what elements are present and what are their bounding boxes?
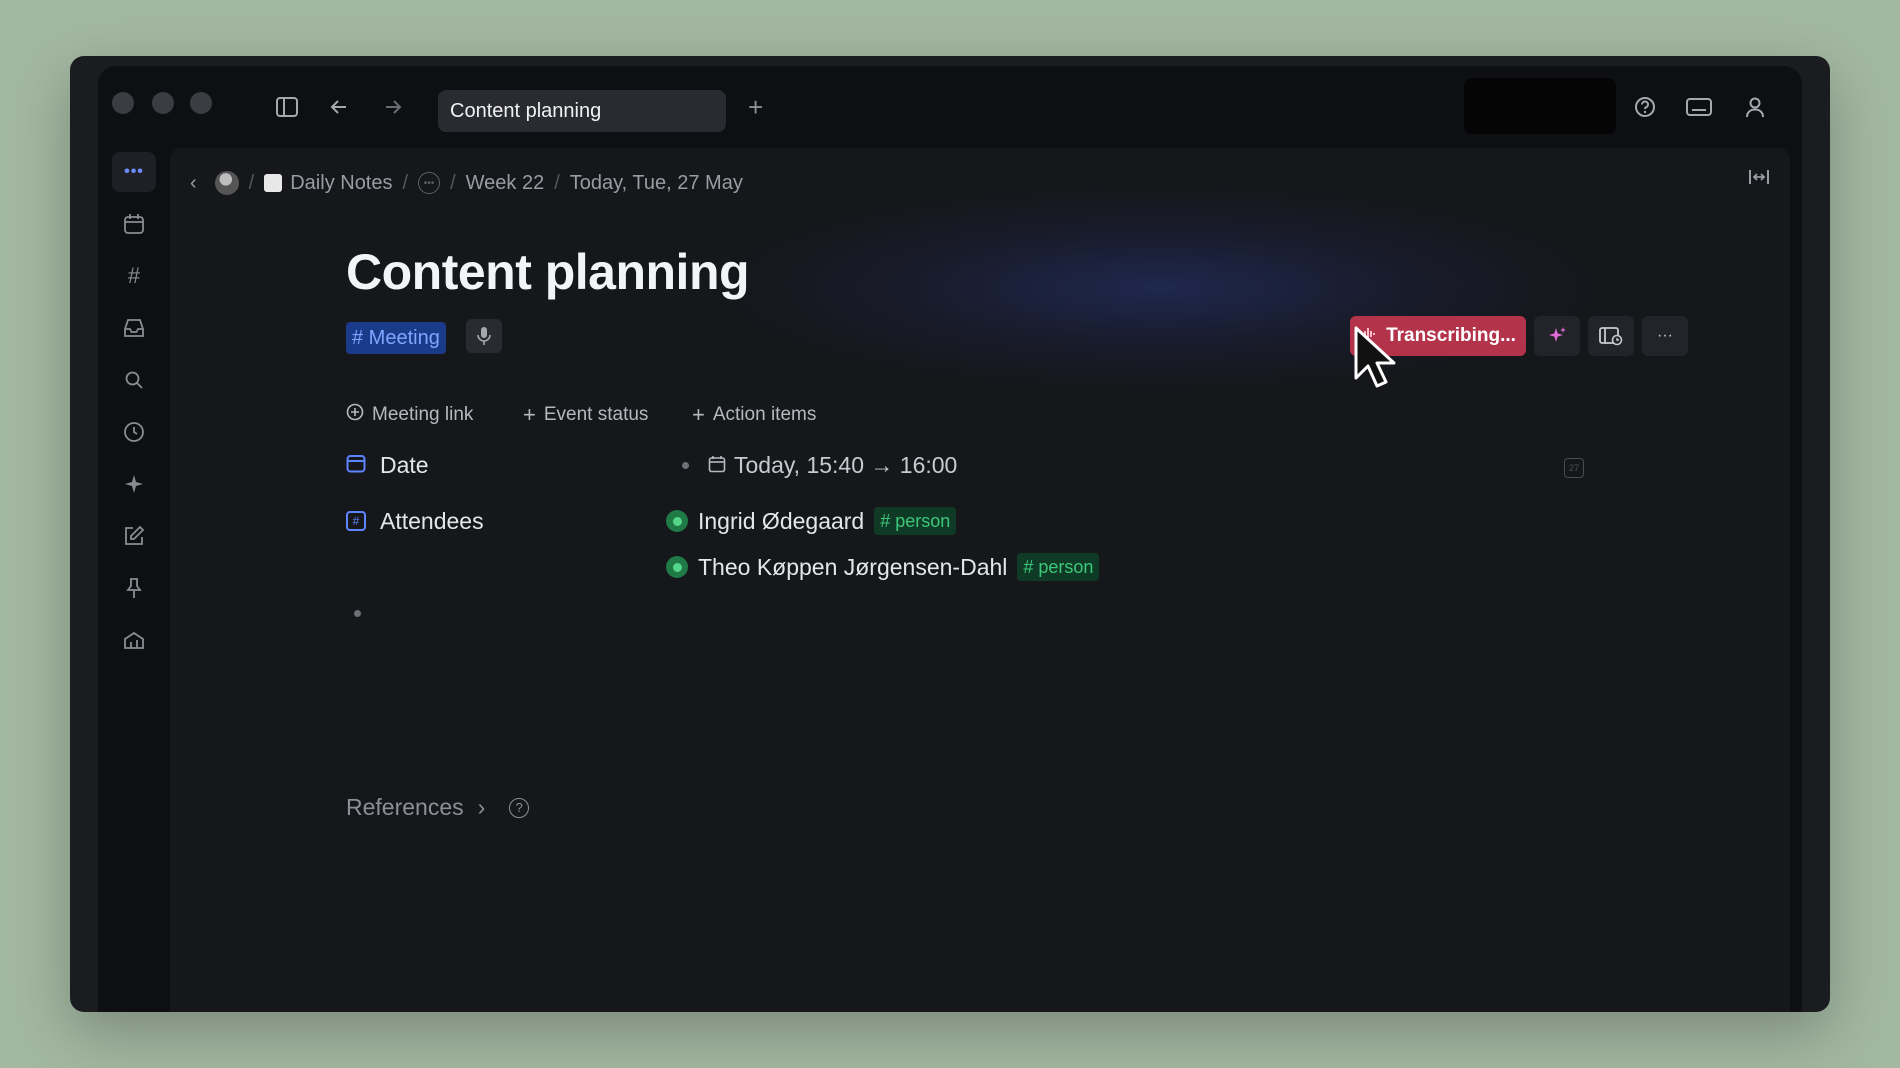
window-zoom-button[interactable] bbox=[190, 92, 212, 114]
layout-icon[interactable] bbox=[1588, 316, 1634, 356]
hashtag-icon[interactable]: # bbox=[112, 256, 156, 296]
calendar-icon bbox=[708, 452, 726, 479]
keyboard-icon[interactable] bbox=[1684, 92, 1714, 122]
daily-notes-icon bbox=[264, 174, 283, 192]
sparkle-icon bbox=[1549, 327, 1566, 342]
breadcrumb-item-week[interactable]: Week 22 bbox=[466, 172, 545, 195]
mouse-cursor-icon bbox=[1354, 326, 1398, 393]
add-event-status-button[interactable]: + Event status bbox=[523, 400, 648, 430]
edit-icon[interactable] bbox=[112, 516, 156, 556]
calendar-property-icon bbox=[346, 452, 366, 479]
back-arrow-icon[interactable] bbox=[324, 92, 354, 122]
references-help-icon[interactable]: ? bbox=[509, 797, 530, 818]
tab-title: Content planning bbox=[450, 99, 602, 122]
references-section[interactable]: References › ? bbox=[346, 794, 530, 821]
calendar-sync-icon[interactable]: 27 bbox=[1564, 458, 1584, 478]
person-tag[interactable]: # person bbox=[874, 507, 957, 535]
add-meeting-link-button[interactable]: Meeting link bbox=[346, 400, 473, 430]
breadcrumb: ‹ / Daily Notes / ••• / Week 22 / Today,… bbox=[190, 171, 743, 195]
person-status-icon bbox=[666, 510, 688, 532]
expand-icon[interactable] bbox=[1748, 168, 1770, 192]
attendee-name[interactable]: Theo Køppen Jørgensen-Dahl bbox=[698, 554, 1007, 581]
help-icon[interactable] bbox=[1630, 92, 1660, 122]
attendee-name[interactable]: Ingrid Ødegaard bbox=[698, 508, 864, 535]
avatar[interactable] bbox=[214, 171, 239, 195]
left-sidebar: ••• # bbox=[98, 148, 170, 1012]
empty-block-bullet[interactable] bbox=[354, 610, 361, 617]
forward-arrow-icon[interactable] bbox=[378, 92, 408, 122]
date-property-label[interactable]: Date bbox=[346, 448, 429, 482]
attendees-property-label[interactable]: # Attendees bbox=[346, 504, 484, 538]
app-window: Content planning + ••• # ‹ / Daily Notes… bbox=[98, 66, 1802, 1012]
hashtag-property-icon: # bbox=[346, 511, 366, 531]
inbox-icon[interactable] bbox=[112, 308, 156, 348]
clock-icon[interactable] bbox=[112, 412, 156, 452]
background-glow bbox=[730, 188, 1590, 388]
redacted-area bbox=[1464, 78, 1616, 134]
pin-icon[interactable] bbox=[112, 568, 156, 608]
breadcrumb-item-date[interactable]: Today, Tue, 27 May bbox=[570, 172, 743, 195]
window-close-button[interactable] bbox=[112, 92, 134, 114]
sidebar-toggle-icon[interactable] bbox=[272, 92, 302, 122]
references-label: References bbox=[346, 794, 464, 820]
ai-sparkle-button[interactable] bbox=[1534, 316, 1580, 356]
attendee-item[interactable]: Ingrid Ødegaard # person bbox=[666, 504, 957, 538]
account-icon[interactable] bbox=[1740, 92, 1770, 122]
note-editor: ‹ / Daily Notes / ••• / Week 22 / Today,… bbox=[170, 148, 1790, 1012]
title-bar: Content planning + bbox=[98, 66, 1802, 148]
transcribing-label: Transcribing... bbox=[1386, 325, 1516, 346]
window-minimize-button[interactable] bbox=[152, 92, 174, 114]
breadcrumb-back-icon[interactable]: ‹ bbox=[190, 172, 197, 195]
attendee-item[interactable]: Theo Køppen Jørgensen-Dahl # person bbox=[666, 550, 1100, 584]
add-action-items-button[interactable]: + Action items bbox=[692, 400, 816, 430]
sparkle-icon[interactable] bbox=[112, 464, 156, 504]
sidebar-more-button[interactable]: ••• bbox=[112, 152, 156, 192]
screenshot-frame: Content planning + ••• # ‹ / Daily Notes… bbox=[70, 56, 1830, 1012]
more-options-button[interactable]: ··· bbox=[1642, 316, 1688, 356]
calendar-icon[interactable] bbox=[112, 204, 156, 244]
tab-content-planning[interactable]: Content planning bbox=[438, 90, 726, 132]
search-icon[interactable] bbox=[112, 360, 156, 400]
breadcrumb-item-daily-notes[interactable]: Daily Notes bbox=[290, 172, 392, 195]
new-tab-button[interactable]: + bbox=[748, 92, 763, 123]
meeting-tag[interactable]: # Meeting bbox=[346, 322, 446, 354]
chevron-right-icon: › bbox=[477, 794, 486, 820]
plus-circle-icon bbox=[346, 403, 364, 427]
mic-icon[interactable] bbox=[466, 319, 502, 353]
plus-icon: + bbox=[692, 402, 705, 427]
dashboard-icon[interactable] bbox=[112, 620, 156, 660]
date-bullet bbox=[682, 462, 689, 469]
plus-icon: + bbox=[523, 402, 536, 427]
person-tag[interactable]: # person bbox=[1017, 553, 1100, 581]
date-value[interactable]: Today, 15:40 → 16:00 bbox=[708, 448, 957, 482]
breadcrumb-ellipsis-icon[interactable]: ••• bbox=[418, 172, 441, 194]
page-title[interactable]: Content planning bbox=[346, 243, 750, 301]
person-status-icon bbox=[666, 556, 688, 578]
